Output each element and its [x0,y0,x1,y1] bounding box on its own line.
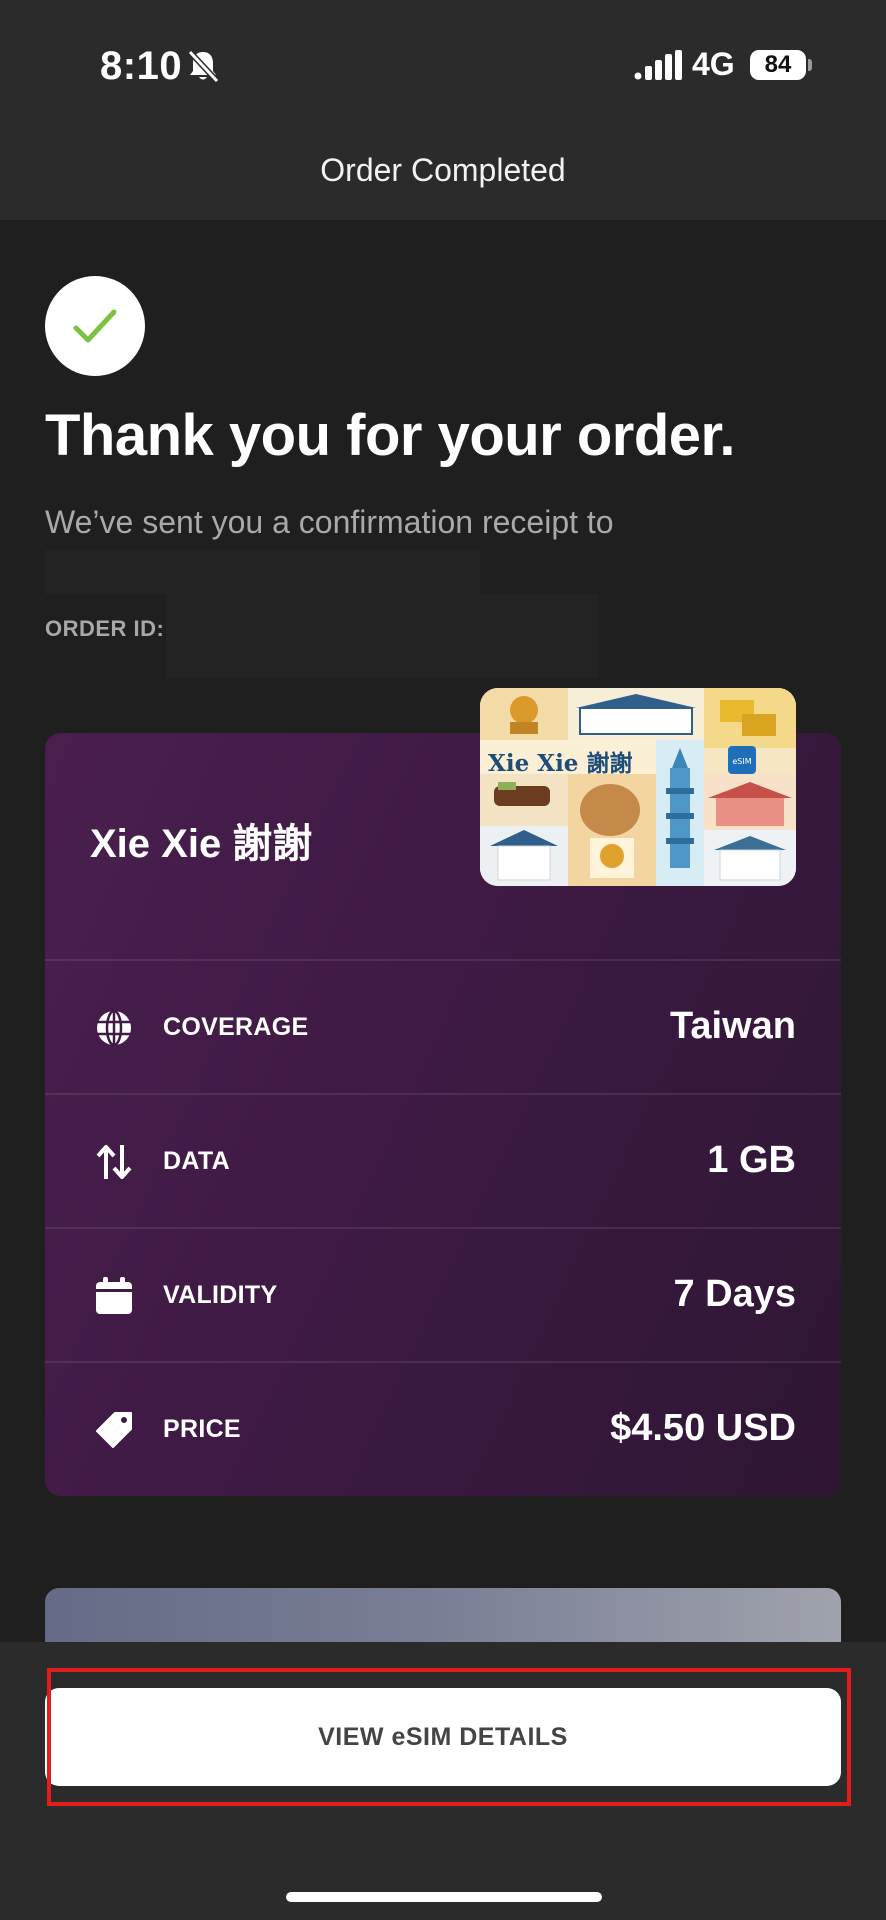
status-bar: 8:10 4G 84 [0,0,886,130]
data-value: 1 GB [707,1139,796,1181]
esim-artwork: eSIM [480,688,796,886]
bell-muted-icon [187,49,220,84]
check-icon [73,309,117,343]
data-row: DATA 1 GB [45,1095,841,1229]
status-time: 8:10 [100,44,183,88]
esim-badge: eSIM [732,757,751,766]
arrows-up-down-icon [96,1145,132,1179]
data-label: DATA [163,1147,230,1175]
price-value: $4.50 USD [610,1407,796,1449]
redacted-order-id [166,594,598,678]
highlight-box [47,1668,851,1806]
battery-icon: 84 [750,50,806,80]
battery-tip [808,59,812,71]
validity-value: 7 Days [673,1273,796,1315]
order-id-label: ORDER ID: [45,616,165,641]
battery-level: 84 [764,51,792,78]
home-indicator[interactable] [286,1892,602,1902]
nav-bar: Order Completed [0,130,886,220]
redacted-email [45,550,480,594]
promo-banner[interactable] [45,1588,841,1648]
calendar-icon [96,1277,132,1314]
plan-title: Xie Xie 謝謝 [90,822,313,866]
signal-icon [634,50,682,80]
coverage-value: Taiwan [670,1005,796,1047]
success-badge [45,276,145,376]
esim-brand-text: Xie Xie 謝謝 [488,750,633,777]
esim-card-image: eSIM Xie Xie 謝謝 [480,688,796,886]
validity-label: VALIDITY [163,1281,278,1309]
coverage-label: COVERAGE [163,1013,309,1041]
confirmation-heading: Thank you for your order. [45,403,736,468]
page-title: Order Completed [320,152,566,188]
receipt-text: We’ve sent you a confirmation receipt to [45,504,614,540]
price-row: PRICE $4.50 USD [45,1363,841,1497]
tag-icon [96,1412,132,1448]
coverage-row: COVERAGE Taiwan [45,961,841,1095]
validity-row: VALIDITY 7 Days [45,1229,841,1363]
globe-icon [97,1009,131,1047]
price-label: PRICE [163,1415,241,1443]
bottom-action-bar: VIEW eSIM DETAILS [0,1642,886,1920]
network-type: 4G [692,46,735,82]
